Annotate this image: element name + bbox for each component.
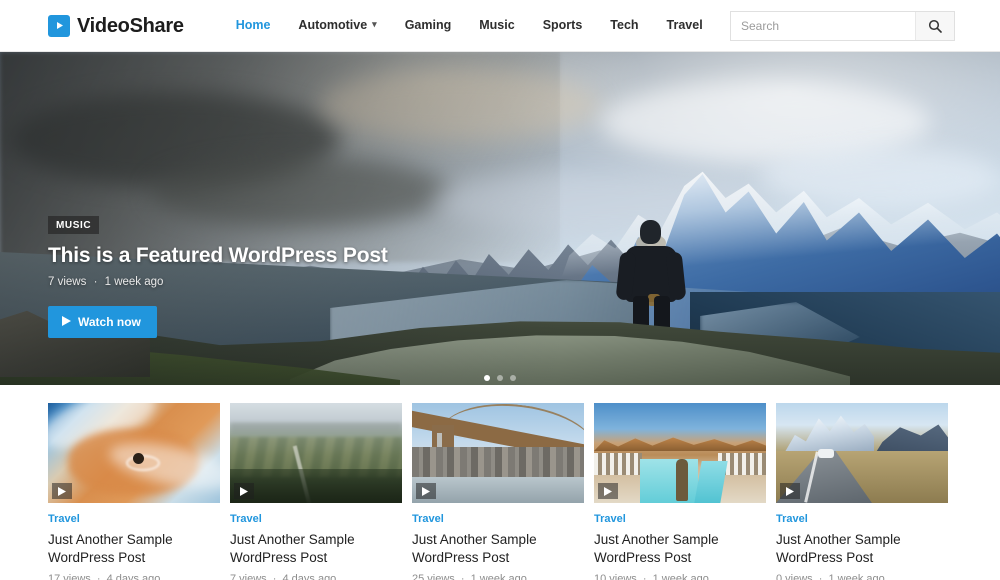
video-views: 0 views xyxy=(776,572,813,580)
nav-item-label: Tech xyxy=(610,18,639,33)
video-thumbnail[interactable] xyxy=(594,403,766,503)
search-bar xyxy=(730,11,955,41)
video-thumbnail[interactable] xyxy=(776,403,948,503)
play-icon[interactable] xyxy=(598,483,618,499)
thumbnail-image xyxy=(48,403,220,503)
meta-separator: · xyxy=(93,276,98,288)
carousel-dots xyxy=(0,375,1000,381)
hero-title[interactable]: This is a Featured WordPress Post xyxy=(48,244,518,268)
search-input[interactable] xyxy=(731,12,915,40)
meta-separator: · xyxy=(96,572,101,580)
nav-item-tech[interactable]: Tech xyxy=(596,19,652,32)
nav-item-gaming[interactable]: Gaming xyxy=(391,19,466,32)
site-header: VideoShare Home Automotive ▾ Gaming Musi… xyxy=(0,0,1000,52)
chevron-down-icon: ▾ xyxy=(372,19,377,29)
video-views: 10 views xyxy=(594,572,637,580)
carousel-dot-3[interactable] xyxy=(510,375,516,381)
hero-meta: 7 views · 1 week ago xyxy=(48,276,518,288)
video-category[interactable]: Travel xyxy=(412,513,584,526)
play-icon[interactable] xyxy=(780,483,800,499)
video-thumbnail[interactable] xyxy=(48,403,220,503)
video-grid: Travel Just Another Sample WordPress Pos… xyxy=(48,403,952,580)
video-title[interactable]: Just Another Sample WordPress Post xyxy=(594,531,766,567)
video-time: 4 days ago xyxy=(282,572,337,580)
video-category[interactable]: Travel xyxy=(594,513,766,526)
video-meta: 0 views · 1 week ago xyxy=(776,573,948,580)
thumbnail-image xyxy=(776,403,948,503)
video-time: 1 week ago xyxy=(652,572,709,580)
nav-item-label: Home xyxy=(235,18,271,33)
video-meta: 10 views · 1 week ago xyxy=(594,573,766,580)
nav-item-automotive[interactable]: Automotive ▾ xyxy=(284,19,390,32)
meta-separator: · xyxy=(642,572,647,580)
video-category[interactable]: Travel xyxy=(48,513,220,526)
video-views: 17 views xyxy=(48,572,91,580)
video-title[interactable]: Just Another Sample WordPress Post xyxy=(230,531,402,567)
meta-separator: · xyxy=(818,572,823,580)
hero-category-badge[interactable]: MUSIC xyxy=(48,216,100,234)
video-meta: 7 views · 4 days ago xyxy=(230,573,402,580)
video-title[interactable]: Just Another Sample WordPress Post xyxy=(776,531,948,567)
nav-item-label: Automotive xyxy=(298,18,368,33)
video-title[interactable]: Just Another Sample WordPress Post xyxy=(48,531,220,567)
video-views: 7 views xyxy=(230,572,267,580)
watch-now-button[interactable]: Watch now xyxy=(48,306,157,338)
video-card[interactable]: Travel Just Another Sample WordPress Pos… xyxy=(412,403,584,580)
carousel-dot-1[interactable] xyxy=(484,375,490,381)
video-title[interactable]: Just Another Sample WordPress Post xyxy=(412,531,584,567)
video-card[interactable]: Travel Just Another Sample WordPress Pos… xyxy=(776,403,948,580)
video-thumbnail[interactable] xyxy=(412,403,584,503)
brand-logo[interactable]: VideoShare xyxy=(48,14,184,37)
video-category[interactable]: Travel xyxy=(230,513,402,526)
carousel-dot-2[interactable] xyxy=(497,375,503,381)
nav-item-music[interactable]: Music xyxy=(465,19,528,32)
thumbnail-image xyxy=(230,403,402,503)
video-card[interactable]: Travel Just Another Sample WordPress Pos… xyxy=(48,403,220,580)
nav-item-label: Sports xyxy=(542,18,583,33)
nav-item-home[interactable]: Home xyxy=(222,19,285,32)
play-icon xyxy=(62,315,71,329)
video-meta: 17 views · 4 days ago xyxy=(48,573,220,580)
hero-carousel[interactable]: MUSIC This is a Featured WordPress Post … xyxy=(0,52,1000,385)
watch-now-label: Watch now xyxy=(78,315,141,329)
video-card[interactable]: Travel Just Another Sample WordPress Pos… xyxy=(230,403,402,580)
play-icon xyxy=(48,14,70,37)
search-icon xyxy=(928,19,942,33)
main-nav: Home Automotive ▾ Gaming Music Sports Te… xyxy=(222,0,784,52)
play-icon[interactable] xyxy=(416,483,436,499)
video-category[interactable]: Travel xyxy=(776,513,948,526)
hero-time: 1 week ago xyxy=(104,276,164,288)
play-icon[interactable] xyxy=(234,483,254,499)
video-time: 4 days ago xyxy=(106,572,161,580)
thumbnail-image xyxy=(412,403,584,503)
video-meta: 25 views · 1 week ago xyxy=(412,573,584,580)
nav-item-travel[interactable]: Travel xyxy=(653,19,717,32)
hero-views: 7 views xyxy=(48,276,87,288)
thumbnail-image xyxy=(594,403,766,503)
video-time: 1 week ago xyxy=(828,572,885,580)
video-thumbnail[interactable] xyxy=(230,403,402,503)
hero-content: MUSIC This is a Featured WordPress Post … xyxy=(48,215,518,338)
video-grid-section: Travel Just Another Sample WordPress Pos… xyxy=(0,385,1000,580)
nav-item-label: Travel xyxy=(666,18,703,33)
video-time: 1 week ago xyxy=(470,572,527,580)
meta-separator: · xyxy=(460,572,465,580)
nav-item-label: Gaming xyxy=(404,18,452,33)
nav-item-label: Music xyxy=(479,18,515,33)
search-button[interactable] xyxy=(915,12,954,40)
meta-separator: · xyxy=(272,572,277,580)
play-icon[interactable] xyxy=(52,483,72,499)
nav-item-sports[interactable]: Sports xyxy=(529,19,597,32)
video-card[interactable]: Travel Just Another Sample WordPress Pos… xyxy=(594,403,766,580)
brand-name: VideoShare xyxy=(77,14,184,37)
video-views: 25 views xyxy=(412,572,455,580)
